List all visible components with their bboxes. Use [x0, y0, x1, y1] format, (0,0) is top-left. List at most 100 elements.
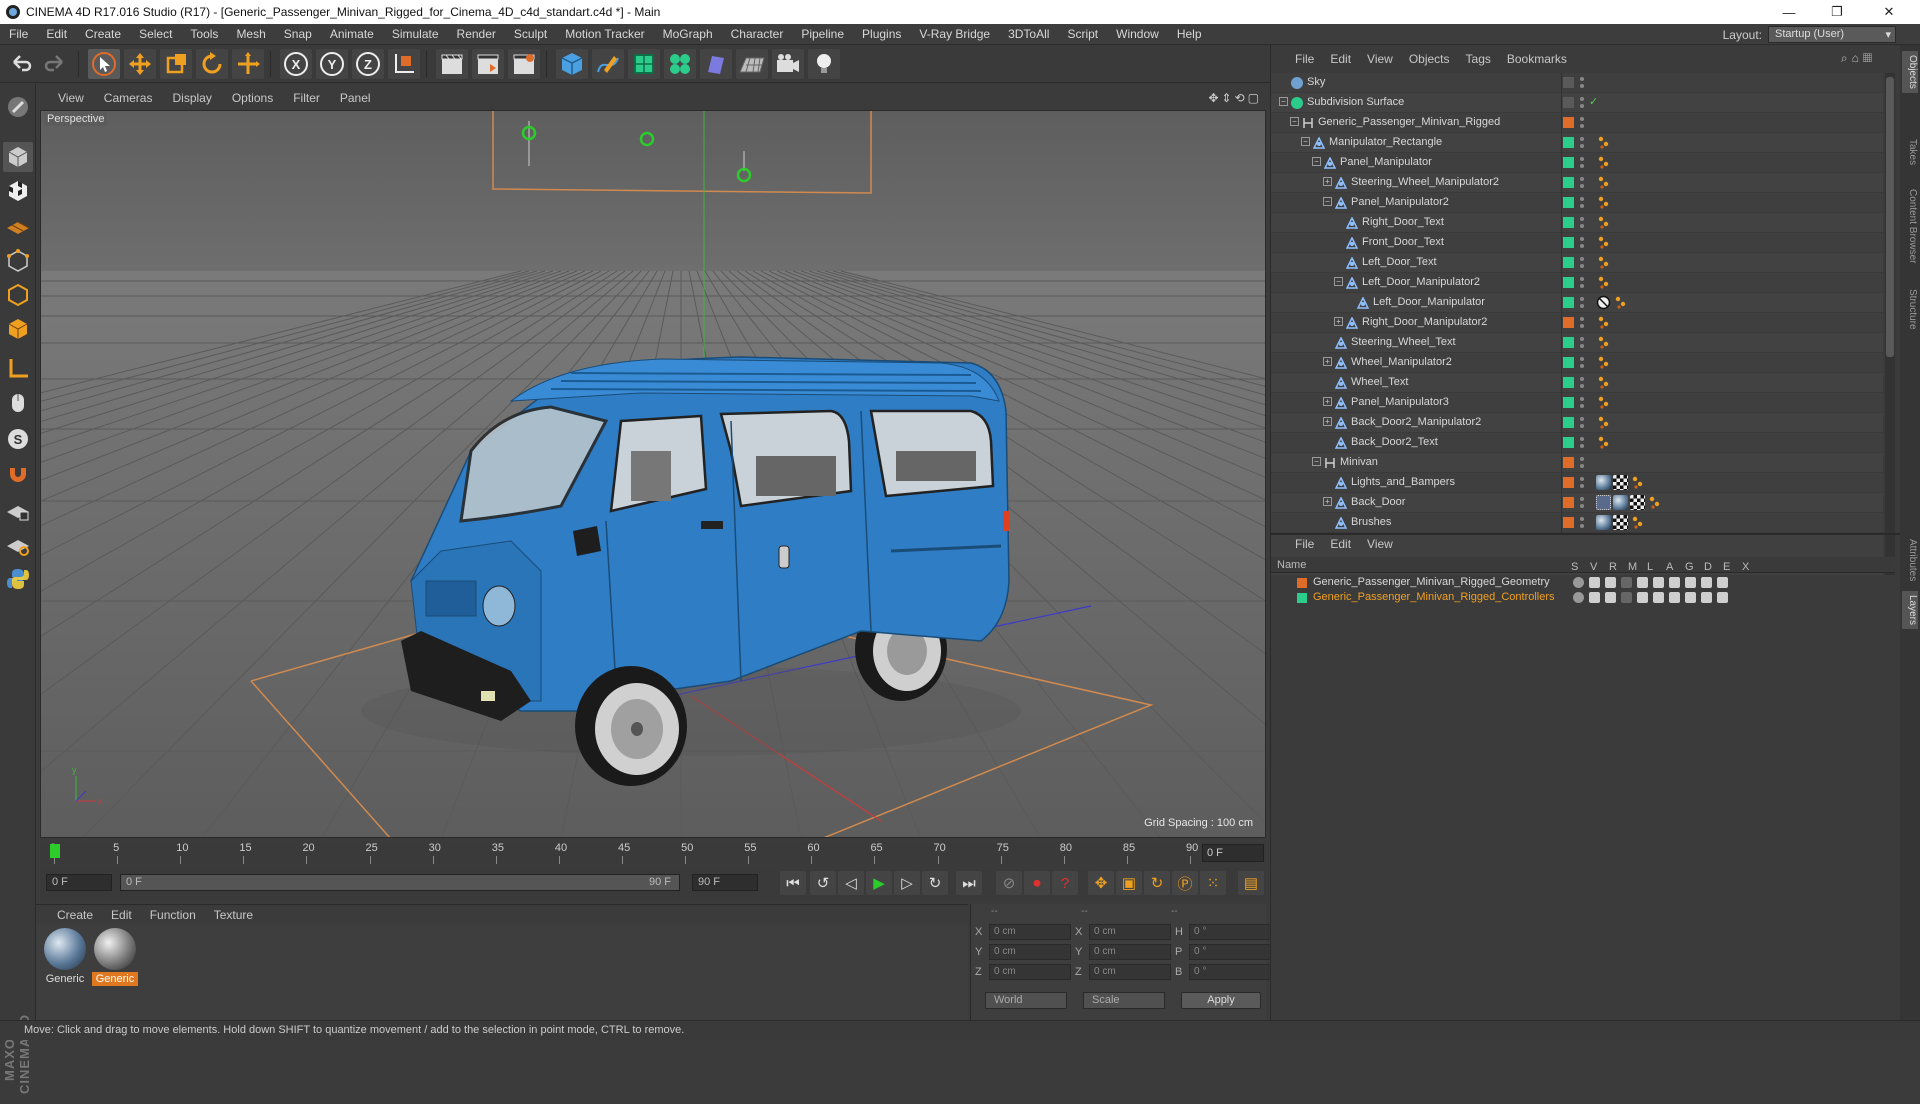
visibility-dots-icon[interactable] — [1580, 176, 1584, 190]
menu-3dtoall[interactable]: 3DToAll — [999, 27, 1058, 41]
layers-icon[interactable]: ▦ — [1863, 51, 1876, 65]
menu-v-ray-bridge[interactable]: V-Ray Bridge — [910, 27, 999, 41]
object-row[interactable]: + Steering_Wheel_Manipulator2 — [1271, 173, 1883, 193]
layer-flag-toggle-icon[interactable] — [1589, 577, 1600, 588]
planar-workplane-button[interactable] — [3, 530, 33, 560]
menu-pipeline[interactable]: Pipeline — [792, 27, 853, 41]
edit-render-settings-button[interactable] — [508, 49, 540, 79]
visibility-dots-icon[interactable] — [1580, 216, 1584, 230]
coord-field-z[interactable]: 0 cm — [989, 964, 1071, 980]
layer-flag-toggle-icon[interactable] — [1685, 592, 1696, 603]
axis-mode-button[interactable] — [3, 354, 33, 384]
scale-key-button[interactable]: ▣ — [1116, 871, 1142, 895]
coord-field-x[interactable]: 0 cm — [1089, 924, 1171, 940]
ik-tag-icon[interactable] — [1596, 215, 1612, 230]
side-tab-content-browser[interactable]: Content Browser — [1902, 185, 1918, 267]
menu-motion-tracker[interactable]: Motion Tracker — [556, 27, 653, 41]
layer-column-l[interactable]: L — [1647, 561, 1653, 573]
layer-flag-toggle-icon[interactable] — [1669, 577, 1680, 588]
coord-field-h[interactable]: 0 ° — [1189, 924, 1271, 940]
menu-sculpt[interactable]: Sculpt — [505, 27, 556, 41]
layer-row[interactable]: Generic_Passenger_Minivan_Rigged_Control… — [1271, 591, 1895, 605]
coord-field-z[interactable]: 0 cm — [1089, 964, 1171, 980]
layer-color-swatch[interactable] — [1297, 578, 1307, 588]
object-row[interactable]: Wheel_Text — [1271, 373, 1883, 393]
material-generic-1[interactable]: Generic — [42, 928, 88, 986]
layer-color-swatch[interactable] — [1563, 197, 1574, 208]
home-icon[interactable]: ⌂ — [1852, 51, 1863, 65]
menu-mesh[interactable]: Mesh — [227, 27, 274, 41]
pen-spline-button[interactable] — [592, 49, 624, 79]
python-button[interactable] — [3, 564, 33, 594]
viewport-menu-view[interactable]: View — [48, 91, 94, 105]
start-frame-field[interactable]: 0 F — [46, 874, 112, 891]
selection-tag-icon[interactable] — [1596, 495, 1611, 510]
ik-tag-icon[interactable] — [1630, 475, 1646, 490]
object-menu-objects[interactable]: Objects — [1401, 52, 1458, 66]
object-row[interactable]: − Manipulator_Rectangle — [1271, 133, 1883, 153]
cube-object-button[interactable] — [556, 49, 588, 79]
visibility-dots-icon[interactable] — [1580, 116, 1584, 130]
expand-toggle-icon[interactable]: + — [1323, 417, 1332, 426]
visibility-dots-icon[interactable] — [1580, 456, 1584, 470]
polygons-mode-button[interactable] — [3, 314, 33, 344]
collapse-toggle-icon[interactable]: − — [1312, 457, 1321, 466]
menu-file[interactable]: File — [0, 27, 37, 41]
viewport-menu-display[interactable]: Display — [162, 91, 221, 105]
layer-column-x[interactable]: X — [1742, 561, 1749, 573]
menu-plugins[interactable]: Plugins — [853, 27, 910, 41]
object-row[interactable]: − Generic_Passenger_Minivan_Rigged — [1271, 113, 1883, 133]
visibility-dots-icon[interactable] — [1580, 136, 1584, 150]
object-tree-scrollbar[interactable] — [1885, 73, 1895, 575]
object-row[interactable]: − Left_Door_Manipulator2 — [1271, 273, 1883, 293]
collapse-toggle-icon[interactable]: − — [1323, 197, 1332, 206]
visibility-dots-icon[interactable] — [1580, 316, 1584, 330]
menu-snap[interactable]: Snap — [275, 27, 321, 41]
end-frame-field[interactable]: 90 F — [692, 874, 758, 891]
render-view-button[interactable] — [436, 49, 468, 79]
uvw-tag-icon[interactable] — [1613, 475, 1628, 490]
visibility-dots-icon[interactable] — [1580, 516, 1584, 530]
ik-tag-icon[interactable] — [1647, 495, 1663, 510]
layer-color-swatch[interactable] — [1563, 277, 1574, 288]
ik-tag-icon[interactable] — [1613, 295, 1629, 310]
ik-tag-icon[interactable] — [1596, 315, 1612, 330]
previous-frame-button[interactable]: ◁ — [838, 871, 864, 895]
visibility-dots-icon[interactable] — [1580, 416, 1584, 430]
side-tab-objects[interactable]: Objects — [1902, 51, 1918, 93]
workplane-mode-button[interactable] — [3, 210, 33, 240]
object-row[interactable]: + Right_Door_Manipulator2 — [1271, 313, 1883, 333]
transform-tool-button[interactable] — [232, 49, 264, 79]
side-tab-takes[interactable]: Takes — [1902, 135, 1918, 169]
ik-tag-icon[interactable] — [1596, 375, 1612, 390]
timeline-window-button[interactable]: ▤ — [1238, 871, 1264, 895]
y-axis-lock-button[interactable]: Y — [316, 49, 348, 79]
close-button[interactable]: ✕ — [1866, 0, 1912, 24]
layer-color-swatch[interactable] — [1563, 257, 1574, 268]
layer-flag-toggle-icon[interactable] — [1573, 592, 1584, 603]
floor-button[interactable] — [736, 49, 768, 79]
layer-color-swatch[interactable] — [1563, 437, 1574, 448]
locked-workplane-button[interactable] — [3, 496, 33, 526]
move-key-button[interactable]: ✥ — [1088, 871, 1114, 895]
object-row[interactable]: − Subdivision Surface ✓ — [1271, 93, 1883, 113]
visibility-dots-icon[interactable] — [1580, 436, 1584, 450]
layer-flag-toggle-icon[interactable] — [1573, 577, 1584, 588]
visibility-dots-icon[interactable] — [1580, 296, 1584, 310]
coord-field-y[interactable]: 0 cm — [989, 944, 1071, 960]
layer-flag-toggle-icon[interactable] — [1717, 577, 1728, 588]
pla-key-button[interactable]: ⁙ — [1200, 871, 1226, 895]
layer-flag-toggle-icon[interactable] — [1589, 592, 1600, 603]
layer-color-swatch[interactable] — [1563, 397, 1574, 408]
object-row[interactable]: + Panel_Manipulator3 — [1271, 393, 1883, 413]
visibility-dots-icon[interactable] — [1580, 76, 1584, 90]
visibility-dots-icon[interactable] — [1580, 476, 1584, 490]
keyframe-selection-button[interactable]: ⊘ — [996, 871, 1022, 895]
visibility-dots-icon[interactable] — [1580, 96, 1584, 110]
layer-flag-toggle-icon[interactable] — [1701, 577, 1712, 588]
next-key-button[interactable]: ↻ — [922, 871, 948, 895]
viewport-perspective[interactable]: y x Perspective Grid Spacing : 100 cm — [40, 110, 1266, 838]
object-row[interactable]: − Minivan — [1271, 453, 1883, 473]
expand-toggle-icon[interactable]: + — [1323, 397, 1332, 406]
viewport-menu-filter[interactable]: Filter — [283, 91, 330, 105]
